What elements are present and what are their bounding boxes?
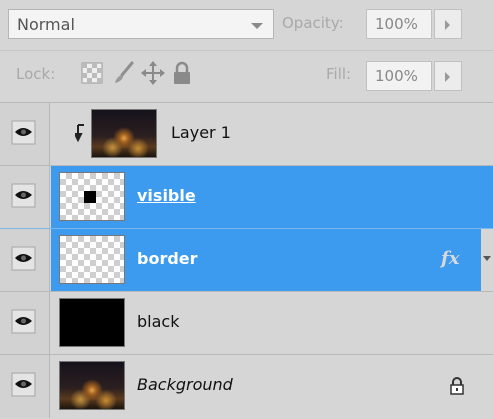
visibility-cell[interactable]: [0, 103, 50, 166]
visibility-cell[interactable]: [0, 355, 50, 418]
layer-row-border[interactable]: border fx: [0, 229, 493, 292]
layer-thumbnail: [59, 298, 125, 347]
fill-label: Fill:: [326, 65, 352, 83]
layer-row-black[interactable]: black: [0, 292, 493, 355]
fx-expand-button[interactable]: [481, 229, 493, 292]
blend-bar: Normal Opacity: 100%: [0, 0, 493, 51]
eye-icon[interactable]: [11, 309, 36, 334]
chevron-down-icon: [251, 23, 263, 29]
layer-row-visible[interactable]: visible: [0, 166, 493, 229]
layer-thumbnail: [59, 235, 125, 284]
opacity-input[interactable]: 100%: [366, 9, 432, 39]
opacity-label: Opacity:: [282, 14, 344, 32]
layer-body[interactable]: border fx: [51, 229, 493, 292]
layer-body[interactable]: Layer 1: [51, 103, 493, 166]
eye-icon[interactable]: [11, 183, 36, 208]
lock-transparency-icon[interactable]: [79, 60, 105, 86]
clipping-arrow-icon: [75, 124, 84, 143]
fill-input[interactable]: 100%: [366, 61, 432, 91]
fx-badge[interactable]: fx: [441, 248, 459, 269]
opacity-value: 100%: [375, 15, 418, 33]
blend-mode-value: Normal: [17, 15, 75, 34]
layer-row-layer-1[interactable]: Layer 1: [0, 103, 493, 166]
layer-row-background[interactable]: Background: [0, 355, 493, 418]
layer-thumbnail: [59, 172, 125, 221]
fill-slider-button[interactable]: [434, 61, 462, 91]
visibility-cell[interactable]: [0, 166, 50, 229]
visibility-cell[interactable]: [0, 292, 50, 355]
lock-label: Lock:: [16, 65, 56, 83]
layer-body[interactable]: black: [51, 292, 493, 355]
lock-bar: Lock: Fill: 100%: [0, 51, 493, 103]
visibility-cell[interactable]: [0, 229, 50, 292]
triangle-right-icon: [445, 20, 450, 30]
layer-name: border: [137, 249, 198, 268]
fill-value: 100%: [375, 67, 418, 85]
layer-name: black: [137, 312, 180, 331]
layer-name: Layer 1: [171, 123, 231, 142]
layer-thumbnail: [91, 109, 157, 158]
layer-name: Background: [137, 375, 233, 394]
blend-mode-select[interactable]: Normal: [8, 9, 274, 39]
layer-name: visible: [137, 186, 196, 205]
layer-body[interactable]: visible: [51, 166, 493, 229]
chevron-down-icon: [483, 256, 491, 261]
eye-icon[interactable]: [11, 372, 36, 397]
eye-icon[interactable]: [11, 246, 36, 271]
thumbnail-square: [84, 191, 96, 203]
move-icon[interactable]: [140, 60, 166, 86]
lock-icon[interactable]: [169, 60, 195, 86]
opacity-slider-button[interactable]: [434, 9, 462, 39]
triangle-right-icon: [445, 72, 450, 82]
layer-thumbnail: [59, 361, 125, 410]
layer-body[interactable]: Background: [51, 355, 493, 418]
lock-icon: [450, 377, 464, 395]
brush-icon[interactable]: [111, 60, 137, 86]
eye-icon[interactable]: [11, 120, 36, 145]
layers-panel: Normal Opacity: 100% Lock: Fill: 100% La…: [0, 0, 493, 419]
